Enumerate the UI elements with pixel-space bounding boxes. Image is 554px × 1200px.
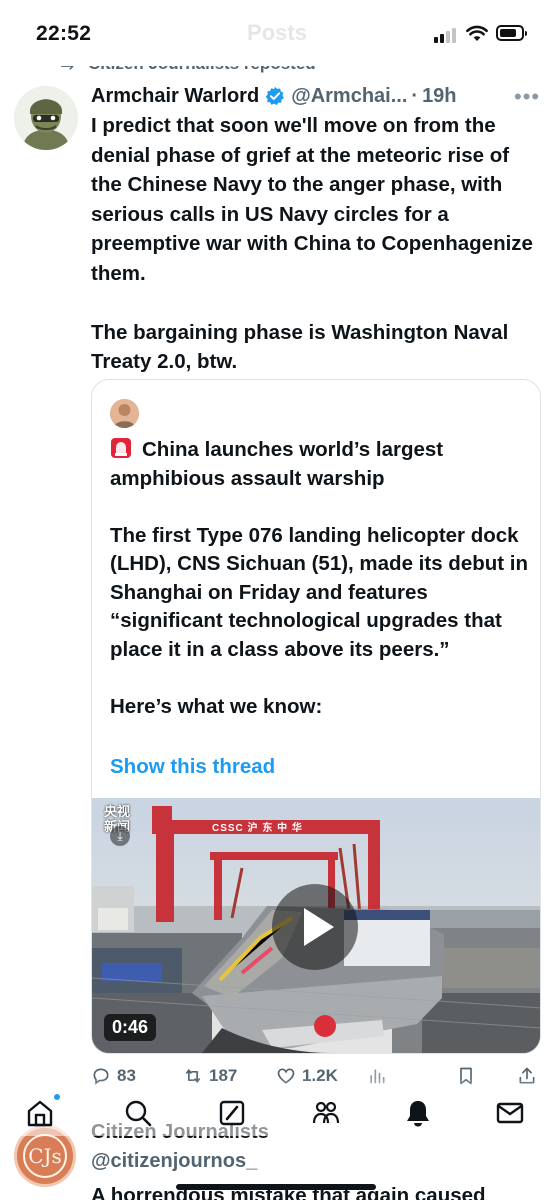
mail-icon [496,1102,524,1124]
tab-communities[interactable] [308,1096,344,1130]
author-name[interactable]: Armchair Warlord [91,85,259,108]
tab-grok[interactable] [214,1096,250,1130]
quoted-tweet-body: China launches world’s largest amphibiou… [110,438,529,718]
show-thread-link[interactable]: Show this thread [110,755,275,779]
cctv-logo-line1: 央视 [104,804,131,819]
search-icon [125,1100,152,1127]
crane-sign: CSSC 沪 东 中 华 [212,821,303,834]
status-bar: Posts 22:52 [0,0,554,66]
tweet-text: I predict that soon we'll move on from t… [91,114,533,373]
communities-icon [312,1101,340,1124]
quoted-tweet-text: China launches world’s largest amphibiou… [110,436,530,721]
tweet-time[interactable]: 19h [422,85,456,108]
wifi-icon [466,25,488,41]
separator-dot: · [411,84,419,107]
verified-badge-icon [265,86,285,106]
bottom-tab-bar [0,1090,554,1136]
next-author-handle[interactable]: @citizenjournos_ [91,1150,257,1173]
video-duration: 0:46 [104,1014,157,1041]
video-player[interactable]: CSSC 沪 东 中 华 央视 新闻 ⤓ 0:46 [92,798,540,1053]
tab-home[interactable] [22,1096,58,1130]
tab-messages[interactable] [492,1096,528,1130]
status-time: 22:52 [36,22,92,45]
next-author-avatar-text: CJs [23,1134,67,1178]
quoted-tweet-card[interactable]: China launches world’s largest amphibiou… [91,379,541,1054]
author-handle[interactable]: @Armchai... [291,85,407,108]
signal-icon [434,27,460,43]
bell-icon [407,1101,429,1127]
author-avatar[interactable] [14,86,78,150]
home-indicator[interactable] [176,1184,376,1190]
more-options-icon[interactable]: ••• [514,84,540,110]
play-button[interactable] [272,884,358,970]
grok-icon [219,1100,245,1126]
quoted-author-avatar[interactable] [110,399,139,428]
new-content-dot [52,1092,62,1102]
download-icon[interactable]: ⤓ [110,826,130,846]
home-icon [27,1100,53,1127]
tab-notifications[interactable] [400,1096,436,1130]
tab-search[interactable] [120,1096,156,1130]
tweet-header: Armchair Warlord @Armchai... · 19h [91,82,457,110]
siren-icon [111,438,131,458]
battery-icon [496,25,527,41]
